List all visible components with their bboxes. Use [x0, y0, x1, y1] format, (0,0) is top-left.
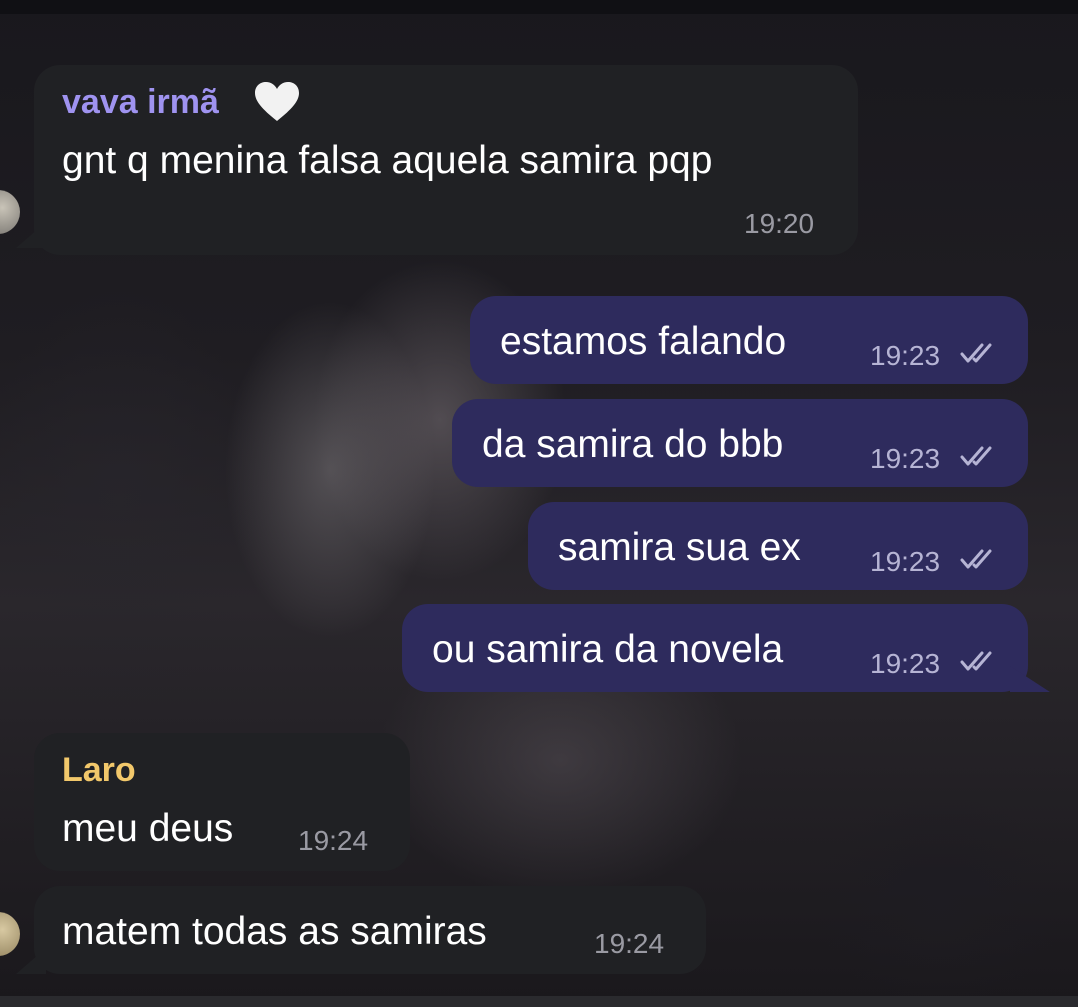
- message-time: 19:23: [870, 648, 941, 679]
- double-check-icon: [960, 343, 992, 363]
- message-bubble-outgoing[interactable]: estamos falando 19:23: [470, 296, 1028, 384]
- message-text: estamos falando: [500, 320, 787, 363]
- bubble-tail: [16, 948, 46, 974]
- double-check-icon: [960, 549, 992, 569]
- bubble-tail: [1010, 666, 1050, 692]
- input-bar-edge: [0, 996, 1078, 1007]
- message-text: gnt q menina falsa aquela samira pqp: [62, 139, 713, 182]
- message-text: meu deus: [62, 807, 234, 850]
- message-text: matem todas as samiras: [62, 910, 487, 953]
- message-text: samira sua ex: [558, 526, 801, 569]
- sender-name[interactable]: Laro: [62, 753, 136, 787]
- sender-name[interactable]: vava irmã: [62, 85, 219, 119]
- message-bubble-incoming[interactable]: vava irmã gnt q menina falsa aquela sami…: [34, 65, 858, 255]
- message-time: 19:20: [744, 208, 815, 239]
- message-time: 19:24: [298, 825, 369, 856]
- message-bubble-incoming[interactable]: Laro meu deus 19:24: [34, 733, 410, 871]
- message-time: 19:23: [870, 546, 941, 577]
- message-time: 19:24: [594, 928, 665, 959]
- double-check-icon: [960, 446, 992, 466]
- message-time: 19:23: [870, 443, 941, 474]
- message-time: 19:23: [870, 340, 941, 371]
- white-heart-icon: [255, 82, 299, 121]
- previous-message-edge: [0, 0, 1078, 14]
- message-bubble-outgoing[interactable]: samira sua ex 19:23: [528, 502, 1028, 590]
- message-bubble-outgoing[interactable]: ou samira da novela 19:23: [402, 604, 1028, 692]
- message-text: ou samira da novela: [432, 628, 784, 671]
- message-text: da samira do bbb: [482, 423, 784, 466]
- bubble-tail: [16, 222, 46, 248]
- message-bubble-incoming[interactable]: matem todas as samiras 19:24: [34, 886, 706, 974]
- message-bubble-outgoing[interactable]: da samira do bbb 19:23: [452, 399, 1028, 487]
- double-check-icon: [960, 651, 992, 671]
